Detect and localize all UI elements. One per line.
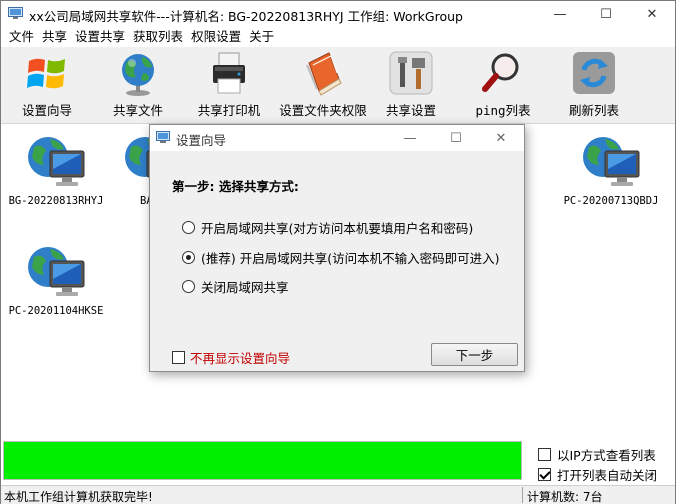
checkbox-box[interactable] xyxy=(538,448,551,461)
menu-share[interactable]: 共享 xyxy=(38,28,71,46)
computer-globe-icon xyxy=(583,137,640,186)
toolbar-folder-permissions[interactable]: 设置文件夹权限 xyxy=(277,49,369,121)
toolbar-share-printer[interactable]: 共享打印机 xyxy=(189,49,269,121)
title-bar: xx公司局域网共享软件---计算机名: BG-20220813RHYJ 工作组:… xyxy=(1,1,675,27)
computer-item[interactable]: PC-20201104HKSE xyxy=(1,241,111,317)
toolbar: 设置向导 共享文件 共享打印机 设置文件夹权限 共享设置 ping列表 刷新列表 xyxy=(1,47,675,124)
maximize-icon: ☐ xyxy=(600,6,612,22)
computer-globe-icon xyxy=(28,247,85,296)
computer-count: 计算机数: 7台 xyxy=(527,490,603,504)
option-no-password-share[interactable]: (推荐) 开启局域网共享(访问本机不输入密码即可进入) xyxy=(182,248,499,267)
checkbox-label: 打开列表自动关闭 xyxy=(557,468,658,483)
computer-name: PC-20201104HKSE xyxy=(8,305,104,317)
computer-item[interactable]: BA xyxy=(113,131,153,207)
globe-icon xyxy=(122,54,154,96)
toolbar-ping-list[interactable]: ping列表 xyxy=(463,49,543,121)
progress-bar xyxy=(3,441,522,480)
dialog-title-bar: 设置向导 — ☐ ✕ xyxy=(150,125,524,151)
close-icon: ✕ xyxy=(495,130,507,146)
printer-icon xyxy=(213,52,245,94)
book-icon xyxy=(306,52,342,96)
toolbar-refresh-list[interactable]: 刷新列表 xyxy=(554,49,634,121)
close-button[interactable]: ✕ xyxy=(629,1,675,27)
minimize-icon: — xyxy=(553,6,567,22)
close-icon: ✕ xyxy=(646,6,658,22)
dialog-minimize-button[interactable]: — xyxy=(387,125,433,151)
toolbar-label: 刷新列表 xyxy=(568,103,619,118)
status-bar: 本机工作组计算机获取完毕! 计算机数: 7台 xyxy=(1,485,675,504)
next-button[interactable]: 下一步 xyxy=(431,343,518,366)
app-icon xyxy=(8,7,23,19)
radio-button[interactable] xyxy=(182,251,195,264)
toolbar-label: 共享打印机 xyxy=(197,103,261,118)
computer-name: PC-20200713QBDJ xyxy=(563,195,659,207)
dialog-title: 设置向导 xyxy=(176,133,227,148)
menu-bar: 文件 共享 设置共享 获取列表 权限设置 关于 xyxy=(1,27,675,47)
maximize-icon: ☐ xyxy=(450,130,462,146)
toolbar-label: 共享设置 xyxy=(385,103,436,118)
refresh-icon xyxy=(573,52,615,94)
menu-about[interactable]: 关于 xyxy=(245,28,278,46)
minimize-button[interactable]: — xyxy=(537,1,583,27)
checkbox-box[interactable] xyxy=(172,351,185,364)
computer-globe-icon xyxy=(28,137,85,186)
radio-label: 开启局域网共享(对方访问本机要填用户名和密码) xyxy=(201,221,474,236)
status-message: 本机工作组计算机获取完毕! xyxy=(4,490,153,504)
toolbar-label: 共享文件 xyxy=(112,103,163,118)
toolbar-label: 设置文件夹权限 xyxy=(279,103,367,118)
option-disable-share[interactable]: 关闭局域网共享 xyxy=(182,277,289,296)
progress-fill xyxy=(4,442,521,479)
minimize-icon: — xyxy=(403,130,417,146)
radio-button[interactable] xyxy=(182,280,195,293)
maximize-button[interactable]: ☐ xyxy=(583,1,629,27)
toolbar-share-settings[interactable]: 共享设置 xyxy=(371,49,451,121)
dont-show-wizard-checkbox[interactable]: 不再显示设置向导 xyxy=(172,348,290,367)
windows-logo-icon xyxy=(27,58,65,89)
computer-name: BA xyxy=(140,195,153,207)
dialog-maximize-button[interactable]: ☐ xyxy=(433,125,479,151)
toolbar-share-files[interactable]: 共享文件 xyxy=(98,49,178,121)
dialog-heading: 第一步: 选择共享方式: xyxy=(172,179,299,194)
setup-wizard-dialog: 设置向导 — ☐ ✕ 第一步: 选择共享方式: 开启局域网共享(对方访问本机要填… xyxy=(149,124,525,372)
tools-icon xyxy=(389,51,433,95)
window-title: xx公司局域网共享软件---计算机名: BG-20220813RHYJ 工作组:… xyxy=(29,9,463,24)
toolbar-label: 设置向导 xyxy=(21,103,72,118)
toolbar-label: ping列表 xyxy=(475,103,531,118)
radio-button[interactable] xyxy=(182,221,195,234)
computer-item[interactable]: BG-20220813RHYJ xyxy=(1,131,111,207)
computer-item[interactable]: PC-20200713QBDJ xyxy=(555,131,667,207)
menu-file[interactable]: 文件 xyxy=(5,28,38,46)
radio-label: 关闭局域网共享 xyxy=(201,280,289,295)
option-password-share[interactable]: 开启局域网共享(对方访问本机要填用户名和密码) xyxy=(182,218,473,237)
magnifier-icon xyxy=(482,53,519,92)
view-by-ip-checkbox[interactable]: 以IP方式查看列表 xyxy=(538,445,656,464)
dialog-close-button[interactable]: ✕ xyxy=(478,125,524,151)
dialog-app-icon xyxy=(156,131,170,143)
auto-close-checkbox[interactable]: 打开列表自动关闭 xyxy=(538,465,657,484)
radio-label: (推荐) 开启局域网共享(访问本机不输入密码即可进入) xyxy=(201,251,500,266)
checkbox-label: 以IP方式查看列表 xyxy=(557,448,656,463)
toolbar-setup-wizard[interactable]: 设置向导 xyxy=(7,49,87,121)
status-divider xyxy=(522,487,523,503)
computer-name: BG-20220813RHYJ xyxy=(8,195,104,207)
checkbox-label: 不再显示设置向导 xyxy=(190,351,291,366)
menu-get-list[interactable]: 获取列表 xyxy=(129,28,187,46)
checkbox-box[interactable] xyxy=(538,468,551,481)
menu-permissions[interactable]: 权限设置 xyxy=(187,28,245,46)
menu-share-settings[interactable]: 设置共享 xyxy=(71,28,129,46)
